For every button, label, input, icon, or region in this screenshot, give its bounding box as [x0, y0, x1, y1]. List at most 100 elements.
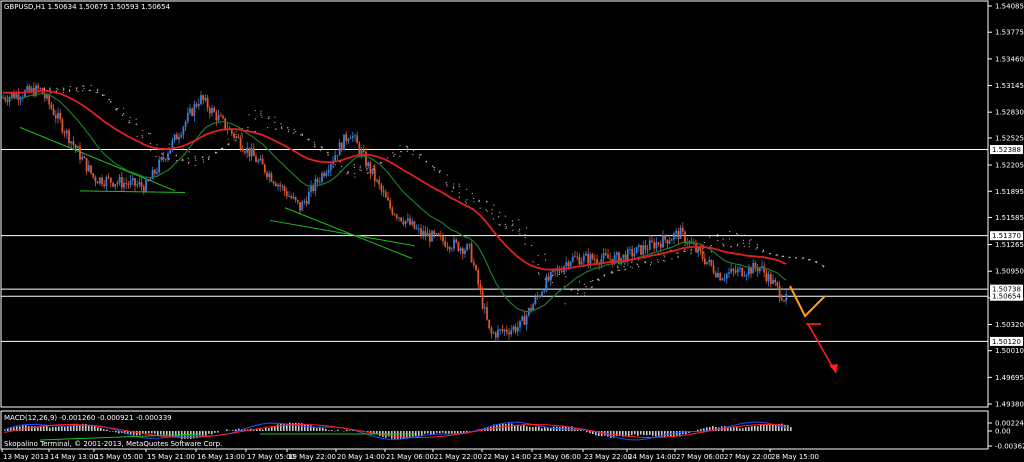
cloud-dot: [644, 261, 646, 263]
cloud-dot: [590, 280, 592, 283]
cloud-dot: [511, 225, 513, 227]
time-label: 16 May 13:00: [197, 453, 245, 461]
candle-body: [140, 182, 143, 187]
candle-body: [714, 272, 717, 278]
price-level-label: 1.50654: [992, 293, 1021, 301]
cloud-dot: [445, 182, 447, 184]
candle-body: [582, 255, 585, 262]
time-label: 27 May 22:00: [724, 453, 772, 461]
candle-body: [765, 272, 768, 282]
macd-histogram-bar: [508, 423, 510, 431]
macd-histogram-bar: [514, 425, 516, 431]
candle-body: [644, 245, 647, 250]
candle-body: [52, 108, 55, 116]
cloud-dot: [795, 257, 798, 259]
cloud-dot: [730, 246, 732, 248]
cloud-dot: [392, 152, 394, 154]
cloud-dot: [458, 185, 460, 188]
cloud-dot: [710, 244, 712, 247]
cloud-dot: [97, 89, 99, 91]
cloud-dot: [68, 90, 71, 92]
candle-body: [261, 158, 264, 165]
candle-body: [285, 191, 288, 197]
macd-histogram-bar: [589, 431, 591, 434]
macd-histogram-bar: [652, 431, 654, 436]
cloud-dot: [558, 273, 560, 275]
cloud-dot: [479, 207, 481, 209]
candle-body: [668, 240, 671, 244]
cloud-dot: [518, 219, 520, 221]
candle-body: [373, 168, 376, 182]
cloud-dot: [353, 166, 355, 169]
cloud-dot: [585, 286, 587, 288]
cloud-dot: [592, 280, 594, 282]
macd-histogram-bar: [736, 427, 738, 431]
cloud-dot: [274, 121, 276, 124]
cloud-dot: [287, 127, 289, 129]
candle-body: [576, 256, 579, 258]
candle-body: [290, 196, 293, 199]
candle-body: [107, 177, 110, 178]
cloud-dot: [194, 155, 196, 157]
macd-histogram-bar: [61, 426, 63, 431]
cloud-dot: [181, 160, 183, 162]
cloud-dot: [254, 130, 256, 133]
candle-body: [631, 249, 634, 257]
macd-histogram-bar: [103, 429, 105, 431]
cloud-dot: [743, 245, 746, 247]
candle-body: [571, 256, 574, 262]
cloud-dot: [267, 117, 269, 120]
cloud-dot: [241, 136, 243, 138]
candle-body: [327, 170, 330, 173]
macd-histogram-bar: [43, 426, 45, 431]
candle-body: [747, 267, 750, 275]
candle-body: [516, 327, 519, 332]
candle-body: [120, 177, 123, 188]
macd-histogram-bar: [319, 427, 321, 431]
cloud-dot: [260, 114, 262, 116]
trading-chart[interactable]: GBPUSD,H1 1.50634 1.50675 1.50593 1.5065…: [0, 0, 1024, 462]
cloud-dot: [359, 165, 361, 167]
candle-body: [263, 164, 266, 173]
candle-body: [376, 179, 378, 182]
cloud-dot: [466, 199, 468, 201]
macd-histogram-bar: [649, 431, 651, 435]
macd-histogram-bar: [628, 431, 630, 437]
cloud-dot: [637, 266, 640, 268]
cloud-dot: [498, 216, 500, 218]
macd-histogram-bar: [349, 430, 351, 431]
candle-body: [483, 307, 486, 309]
candle-body: [470, 243, 473, 263]
macd-histogram-bar: [160, 431, 162, 435]
macd-histogram-bar: [751, 426, 753, 431]
candle-body: [68, 130, 70, 144]
candle-body: [96, 181, 99, 184]
cloud-dot: [314, 143, 316, 145]
cloud-dot: [717, 233, 719, 236]
macd-histogram-bar: [325, 428, 327, 431]
candle-body: [708, 259, 711, 262]
candle-body: [61, 119, 64, 133]
candle-body: [195, 104, 198, 107]
cloud-dot: [128, 120, 130, 122]
macd-histogram-bar: [67, 426, 69, 431]
cloud-dot: [464, 201, 467, 203]
candle-body: [186, 112, 189, 122]
cloud-dot: [141, 137, 143, 139]
candle-body: [479, 284, 482, 291]
cloud-dot: [649, 264, 652, 266]
candle-body: [338, 142, 341, 156]
candle-body: [464, 250, 466, 254]
macd-histogram-bar: [211, 431, 213, 435]
macd-histogram-bar: [304, 424, 306, 431]
macd-histogram-bar: [784, 424, 786, 431]
candle-body: [653, 241, 656, 249]
cloud-dot: [453, 187, 455, 189]
cloud-dot: [677, 255, 679, 257]
cloud-dot: [418, 154, 421, 156]
candle-body: [424, 231, 427, 237]
candle-body: [116, 182, 119, 185]
macd-histogram-bar: [436, 431, 438, 433]
cloud-dot: [737, 233, 739, 235]
cloud-dot: [254, 118, 256, 120]
